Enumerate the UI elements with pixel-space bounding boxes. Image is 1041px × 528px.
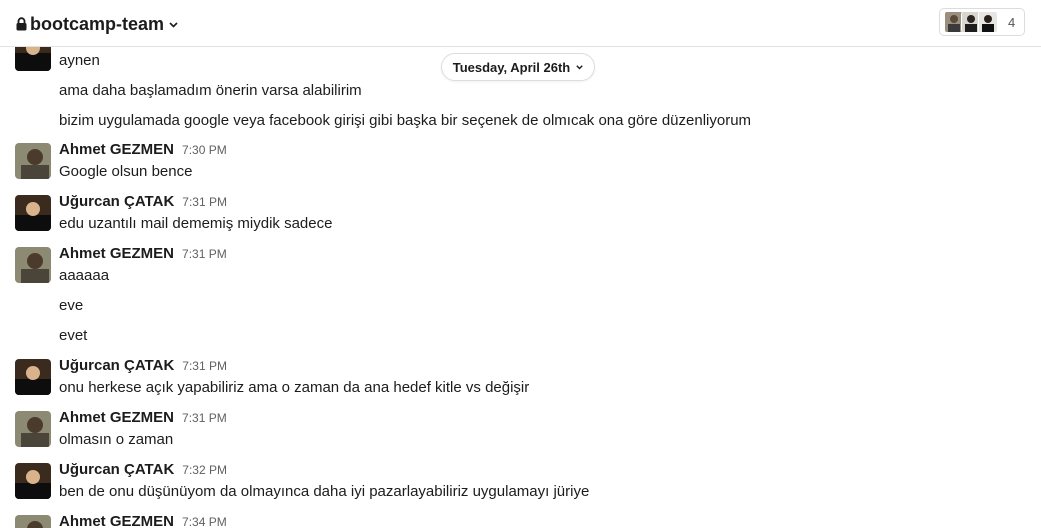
message-text: olmasın o zaman — [59, 431, 174, 448]
channel-header: bootcamp-team 4 — [0, 0, 1041, 47]
author-name[interactable]: Ahmet GEZMEN — [59, 245, 174, 262]
message-text: Google olsun bence — [59, 163, 193, 180]
timestamp[interactable]: 7:31 PM — [182, 195, 227, 209]
avatar[interactable] — [15, 143, 51, 179]
date-divider-label: Tuesday, April 26th — [452, 59, 571, 75]
channel-title-button[interactable]: bootcamp-team — [16, 13, 178, 35]
channel-name: bootcamp-team — [30, 13, 165, 34]
message-header: Uğurcan ÇATAK 7:31 PM — [59, 193, 227, 210]
chevron-down-icon — [169, 22, 178, 28]
avatar[interactable] — [15, 411, 51, 447]
avatar[interactable] — [15, 47, 51, 71]
message-text: edu uzantılı mail dememiş miydik sadece — [59, 215, 333, 232]
lock-icon — [16, 17, 27, 31]
timestamp[interactable]: 7:34 PM — [182, 515, 227, 528]
timestamp[interactable]: 7:30 PM — [182, 143, 227, 157]
message-text: aaaaaa — [59, 267, 110, 284]
timestamp[interactable]: 7:31 PM — [182, 359, 227, 373]
message-text: aynen — [59, 52, 100, 69]
message-header: Ahmet GEZMEN 7:31 PM — [59, 245, 227, 262]
timestamp[interactable]: 7:31 PM — [182, 411, 227, 425]
message-text: evet — [59, 327, 88, 344]
member-avatar — [978, 11, 998, 33]
members-button[interactable]: 4 — [939, 8, 1025, 36]
author-name[interactable]: Uğurcan ÇATAK — [59, 461, 174, 478]
avatar[interactable] — [15, 359, 51, 395]
message-header: Ahmet GEZMEN 7:30 PM — [59, 141, 227, 158]
author-name[interactable]: Uğurcan ÇATAK — [59, 357, 174, 374]
message-header: Ahmet GEZMEN 7:31 PM — [59, 409, 227, 426]
message-header: Uğurcan ÇATAK 7:32 PM — [59, 461, 227, 478]
message-text: onu herkese açık yapabiliriz ama o zaman… — [59, 379, 530, 396]
message-header: Ahmet GEZMEN 7:34 PM — [59, 513, 227, 528]
chevron-down-icon — [576, 64, 583, 69]
author-name[interactable]: Ahmet GEZMEN — [59, 513, 174, 528]
author-name[interactable]: Ahmet GEZMEN — [59, 141, 174, 158]
message-text: ben de onu düşünüyom da olmayınca daha i… — [59, 483, 590, 500]
date-divider-button[interactable]: Tuesday, April 26th — [441, 53, 595, 81]
message-header: Uğurcan ÇATAK 7:31 PM — [59, 357, 227, 374]
author-name[interactable]: Uğurcan ÇATAK — [59, 193, 174, 210]
timestamp[interactable]: 7:31 PM — [182, 247, 227, 261]
member-count: 4 — [1008, 14, 1016, 30]
avatar[interactable] — [15, 195, 51, 231]
message-list: aynen ama daha başlamadım önerin varsa a… — [0, 47, 1041, 528]
message-text: eve — [59, 297, 84, 314]
avatar[interactable] — [15, 463, 51, 499]
message-text: ama daha başlamadım önerin varsa alabili… — [59, 82, 362, 99]
avatar[interactable] — [15, 515, 51, 528]
author-name[interactable]: Ahmet GEZMEN — [59, 409, 174, 426]
avatar[interactable] — [15, 247, 51, 283]
timestamp[interactable]: 7:32 PM — [182, 463, 227, 477]
message-text: bizim uygulamada google veya facebook gi… — [59, 112, 752, 129]
